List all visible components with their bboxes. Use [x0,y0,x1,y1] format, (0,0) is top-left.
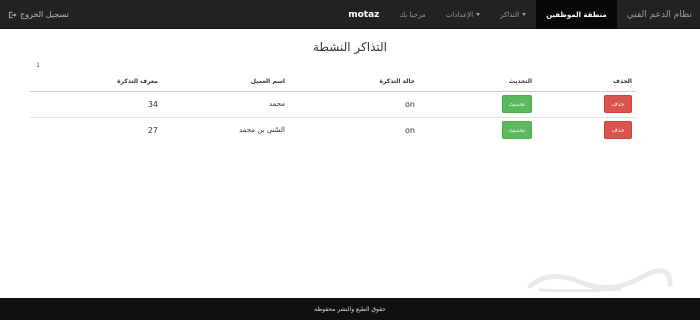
navbar-left: تسجيل الخروج [0,0,69,29]
nav-welcome: مرحبا بك [389,0,435,29]
header-update: التحديث [419,72,536,92]
update-button[interactable]: تحديث [501,95,532,113]
watermark-logo [527,268,673,293]
header-delete: الحذف [536,72,636,92]
header-customer: اسم العميل [162,72,289,92]
update-button[interactable]: تحديث [501,121,532,140]
footer-text: حقوق الطبع والنشر محفوظة [314,305,386,313]
cell-ticket-id: 34 [30,90,162,117]
logout-label: تسجيل الخروج [20,10,69,19]
navbar-right: نظام الدعم الفني منطقة الموظفين التذاكر … [338,0,700,29]
nav-welcome-label: مرحبا بك [399,10,426,19]
cell-state: on [289,90,419,117]
delete-button[interactable]: حذف [604,121,632,140]
table-row: حذف تحديث on محمد 34 [30,90,636,117]
logout-icon [8,11,17,18]
cell-update: تحديث [419,116,536,143]
top-navbar: تسجيل الخروج نظام الدعم الفني منطقة المو… [0,0,700,29]
cell-delete: حذف [536,90,636,117]
footer: حقوق الطبع والنشر محفوظة [0,298,700,320]
nav-tickets-dropdown[interactable]: التذاكر [490,0,536,29]
delete-button[interactable]: حذف [604,95,632,113]
tickets-table: الحذف التحديث حالة التذكرة اسم العميل مع… [30,72,636,143]
nav-tickets-label: التذاكر [500,10,520,19]
caret-down-icon [522,13,527,16]
brand-title[interactable]: نظام الدعم الفني [617,0,700,29]
cell-update: تحديث [419,90,536,117]
header-state: حالة التذكرة [289,72,419,92]
cell-state: on [289,116,419,143]
cell-customer: السّني بن محمد [162,116,289,143]
cell-delete: حذف [536,116,636,143]
nav-employees-area[interactable]: منطقة الموظفين [536,0,617,29]
table-row: حذف تحديث on السّني بن محمد 27 [30,116,636,143]
cell-ticket-id: 27 [30,116,162,143]
cell-customer: محمد [162,90,289,117]
nav-settings-dropdown[interactable]: الإعدادات [436,0,490,29]
page-title: التذاكر النشطة [313,40,387,54]
nav-username[interactable]: motaz [338,0,389,29]
table-header-row: الحذف التحديث حالة التذكرة اسم العميل مع… [30,72,636,92]
nav-settings-label: الإعدادات [445,10,474,19]
caret-down-icon [476,13,481,16]
header-ticket-id: معرف التذكرة [30,72,162,92]
nav-employees-label: منطقة الموظفين [546,10,607,19]
logout-link[interactable]: تسجيل الخروج [8,10,69,19]
ticket-count: 1 [36,62,40,69]
